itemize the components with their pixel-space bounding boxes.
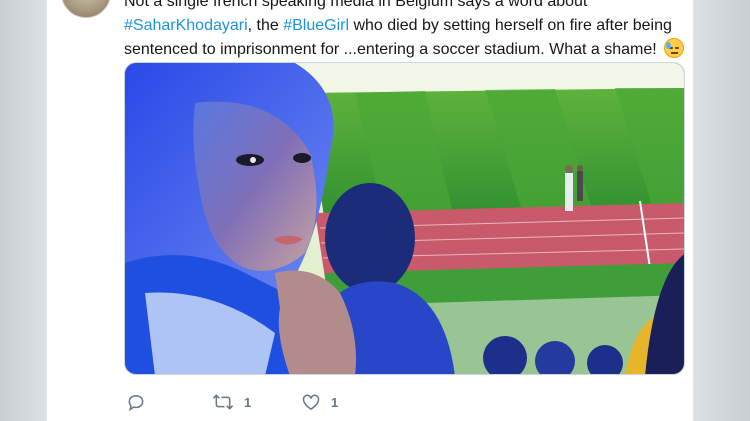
tweet-text-line-1: Not a single french speaking media in Be… <box>124 0 588 10</box>
stadium-photo <box>125 63 684 374</box>
tweet-text-fragment: sentenced to imprisonment for ...enterin… <box>124 41 657 58</box>
avatar[interactable] <box>61 0 111 18</box>
tweet-card: Not a single french speaking media in Be… <box>46 0 694 421</box>
reply-icon <box>126 392 146 412</box>
tweet-text-line-2: #SaharKhodayari, the #BlueGirl who died … <box>124 14 684 38</box>
tweet-text: Not a single french speaking media in Be… <box>124 0 685 62</box>
downcast-face-with-sweat-icon <box>664 38 685 58</box>
tweet-actions: 1 1 <box>124 390 684 414</box>
retweet-icon <box>212 392 234 412</box>
tweet-text-fragment: who died by setting herself on fire afte… <box>349 17 672 34</box>
like-button[interactable]: 1 <box>301 390 338 414</box>
reply-button[interactable] <box>126 390 156 414</box>
hashtag-link-bluegirl[interactable]: #BlueGirl <box>283 17 349 34</box>
heart-icon <box>301 392 321 412</box>
hashtag-link-saharkhodayari[interactable]: #SaharKhodayari <box>124 17 248 34</box>
tweet-text-line-3: sentenced to imprisonment for ...enterin… <box>124 38 685 62</box>
like-count: 1 <box>331 394 339 410</box>
tweet-text-fragment: , the <box>247 17 284 34</box>
page-background-right <box>694 0 750 421</box>
tweet-media-photo[interactable] <box>124 62 685 375</box>
retweet-button[interactable]: 1 <box>212 390 251 414</box>
page-background-left <box>0 0 46 421</box>
retweet-count: 1 <box>244 394 252 410</box>
